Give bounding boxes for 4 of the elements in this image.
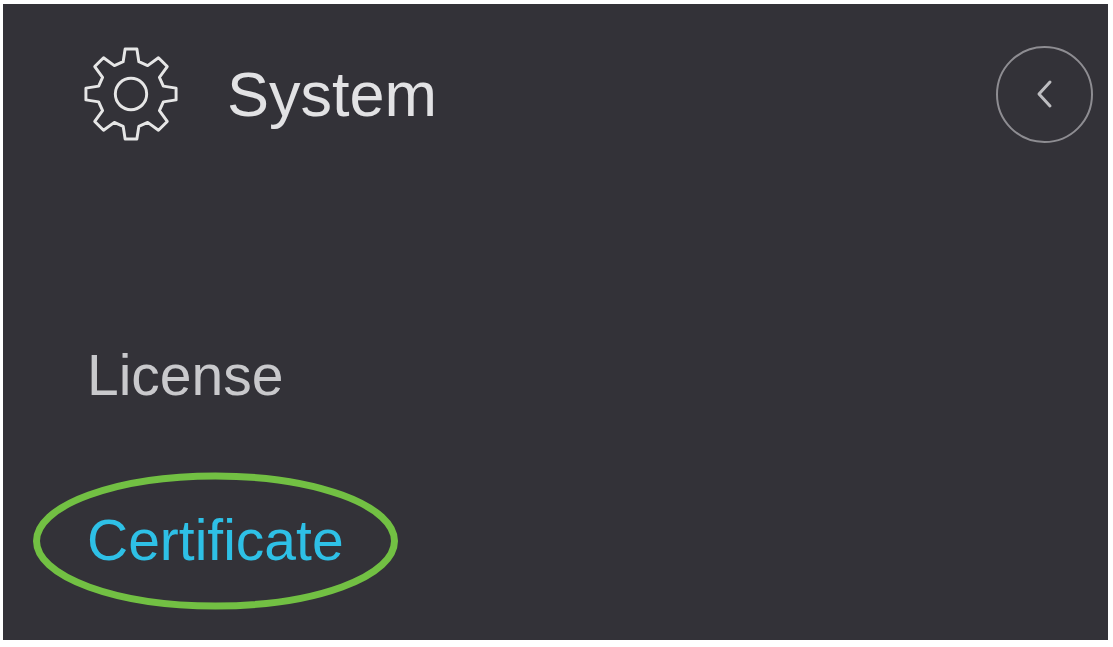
nav-link[interactable]: License xyxy=(87,342,284,408)
section-title: System xyxy=(227,58,439,130)
collapse-button[interactable] xyxy=(996,45,1093,143)
settings-icon xyxy=(82,45,180,143)
